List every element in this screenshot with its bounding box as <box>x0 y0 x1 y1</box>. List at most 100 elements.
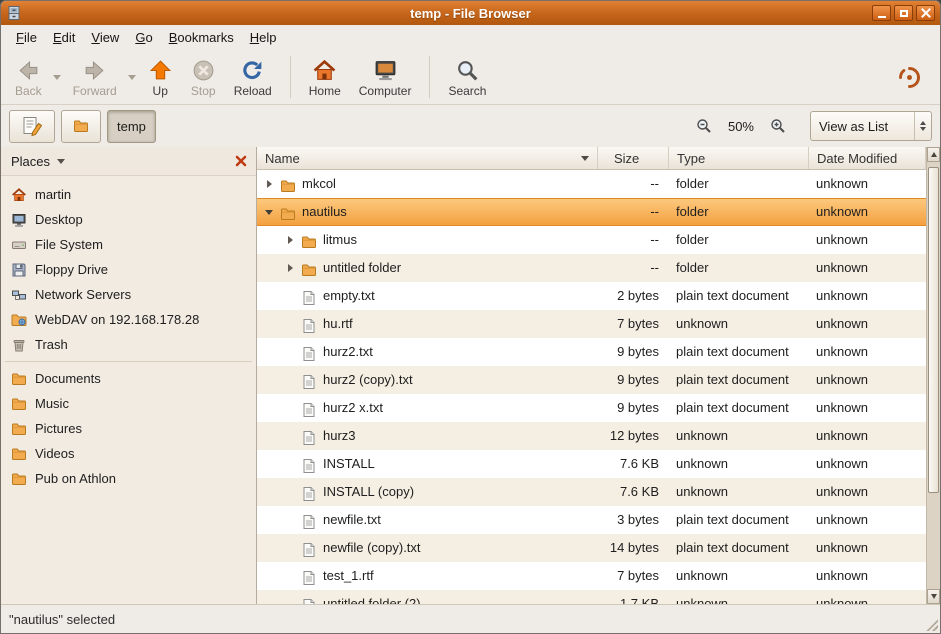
path-segment-button[interactable] <box>61 110 101 143</box>
table-row[interactable]: mkcol--folderunknown <box>257 170 940 198</box>
file-size: 9 bytes <box>598 338 669 366</box>
expander-spacer <box>282 456 298 472</box>
view-mode-select[interactable]: View as List <box>810 111 932 141</box>
expander-spacer <box>282 540 298 556</box>
file-size: -- <box>598 226 669 254</box>
file-name: hu.rtf <box>323 310 353 338</box>
places-close-button[interactable] <box>233 153 249 169</box>
expander-icon[interactable] <box>261 204 277 220</box>
places-list: martinDesktop File System Floppy DriveNetw… <box>1 176 256 491</box>
column-header-size[interactable]: Size <box>598 147 669 169</box>
menu-help[interactable]: Help <box>242 27 285 48</box>
computer-button[interactable]: Computer <box>350 55 421 100</box>
sidebar-item-desktop[interactable]: Desktop <box>1 207 256 232</box>
sidebar-item-label: Pub on Athlon <box>35 471 116 486</box>
file-name: litmus <box>323 226 357 254</box>
menu-edit[interactable]: Edit <box>45 27 83 48</box>
menu-view[interactable]: View <box>83 27 127 48</box>
table-row[interactable]: hurz2.txt9 bytesplain text documentunkno… <box>257 338 940 366</box>
zoom-out-button[interactable] <box>692 114 716 138</box>
minimize-button[interactable] <box>872 5 891 21</box>
desktop-icon <box>11 212 27 228</box>
file-modified: unknown <box>809 366 926 394</box>
menu-go[interactable]: Go <box>127 27 160 48</box>
forward-history-dropdown[interactable] <box>126 57 139 97</box>
window-icon <box>6 5 22 21</box>
file-size: 12 bytes <box>598 422 669 450</box>
close-button[interactable] <box>916 5 935 21</box>
menu-bookmarks[interactable]: Bookmarks <box>161 27 242 48</box>
zoom-in-button[interactable] <box>766 114 790 138</box>
table-row[interactable]: empty.txt2 bytesplain text documentunkno… <box>257 282 940 310</box>
reload-button[interactable]: Reload <box>225 55 281 100</box>
sidebar-item-label: File System <box>35 237 103 252</box>
places-title[interactable]: Places <box>11 154 50 169</box>
table-row[interactable]: newfile (copy).txt14 bytesplain text doc… <box>257 534 940 562</box>
scrollbar-thumb[interactable] <box>928 167 939 493</box>
column-header-label: Type <box>677 151 705 166</box>
sidebar-item-floppy-drive[interactable]: Floppy Drive <box>1 257 256 282</box>
expander-spacer <box>282 372 298 388</box>
table-row[interactable]: newfile.txt3 bytesplain text documentunk… <box>257 506 940 534</box>
table-row[interactable]: litmus--folderunknown <box>257 226 940 254</box>
expander-icon[interactable] <box>282 260 298 276</box>
table-row[interactable]: hu.rtf7 bytesunknownunknown <box>257 310 940 338</box>
scroll-down-button[interactable] <box>927 589 940 604</box>
sidebar-item-pub-on-athlon[interactable]: Pub on Athlon <box>1 466 256 491</box>
back-history-dropdown[interactable] <box>51 57 64 97</box>
file-modified: unknown <box>809 450 926 478</box>
sidebar-item-label: WebDAV on 192.168.178.28 <box>35 312 199 327</box>
table-row[interactable]: hurz2 x.txt9 bytesplain text documentunk… <box>257 394 940 422</box>
sidebar-item-documents[interactable]: Documents <box>1 366 256 391</box>
expander-spacer <box>282 400 298 416</box>
sidebar-item-webdav-on-192-168-178-28[interactable]: WebDAV on 192.168.178.28 <box>1 307 256 332</box>
menu-file[interactable]: File <box>8 27 45 48</box>
scroll-up-button[interactable] <box>927 147 940 162</box>
titlebar[interactable]: temp - File Browser <box>1 1 940 25</box>
file-size: 7.6 KB <box>598 450 669 478</box>
search-button[interactable]: Search <box>439 55 495 100</box>
resize-grip[interactable] <box>925 618 938 631</box>
sidebar-item-martin[interactable]: martin <box>1 182 256 207</box>
file-modified: unknown <box>809 506 926 534</box>
expander-icon[interactable] <box>282 232 298 248</box>
sidebar-item-trash[interactable]: Trash <box>1 332 256 357</box>
table-row[interactable]: INSTALL7.6 KBunknownunknown <box>257 450 940 478</box>
forward-button[interactable]: Forward <box>64 55 126 100</box>
maximize-button[interactable] <box>894 5 913 21</box>
sidebar-item-videos[interactable]: Videos <box>1 441 256 466</box>
sidebar-item-pictures[interactable]: Pictures <box>1 416 256 441</box>
edit-location-toggle[interactable] <box>9 110 55 143</box>
table-row[interactable]: untitled folder--folderunknown <box>257 254 940 282</box>
column-header-date-modified[interactable]: Date Modified <box>809 147 926 169</box>
column-header-label: Size <box>614 151 639 166</box>
text-file-icon <box>301 512 317 528</box>
sidebar-item-file-system[interactable]: File System <box>1 232 256 257</box>
table-row[interactable]: hurz312 bytesunknownunknown <box>257 422 940 450</box>
stop-button[interactable]: Stop <box>182 55 225 100</box>
file-name: INSTALL (copy) <box>323 478 414 506</box>
table-row[interactable]: untitled folder (2)1.7 KBunknownunknown <box>257 590 940 604</box>
column-header-type[interactable]: Type <box>669 147 809 169</box>
table-row[interactable]: nautilus--folderunknown <box>257 198 940 226</box>
column-header-name[interactable]: Name <box>257 147 598 169</box>
path-segment-button[interactable]: temp <box>107 110 156 143</box>
file-browser-window: temp - File Browser FileEditViewGoBookma… <box>0 0 941 634</box>
places-sidebar: Places martinDesktop File System Floppy Dr… <box>1 147 257 604</box>
throbber-icon <box>896 64 923 91</box>
up-button[interactable]: Up <box>139 55 182 100</box>
file-name: untitled folder <box>323 254 401 282</box>
sidebar-item-music[interactable]: Music <box>1 391 256 416</box>
sidebar-item-network-servers[interactable]: Network Servers <box>1 282 256 307</box>
table-row[interactable]: INSTALL (copy)7.6 KBunknownunknown <box>257 478 940 506</box>
table-row[interactable]: test_1.rtf7 bytesunknownunknown <box>257 562 940 590</box>
chevron-down-icon <box>128 75 136 80</box>
back-button[interactable]: Back <box>6 55 51 100</box>
file-name: test_1.rtf <box>323 562 374 590</box>
expander-icon[interactable] <box>261 176 277 192</box>
column-header-label: Date Modified <box>817 151 897 166</box>
table-row[interactable]: hurz2 (copy).txt9 bytesplain text docume… <box>257 366 940 394</box>
webdav-icon <box>11 312 27 328</box>
home-button[interactable]: Home <box>300 55 350 100</box>
vertical-scrollbar[interactable] <box>926 147 940 604</box>
